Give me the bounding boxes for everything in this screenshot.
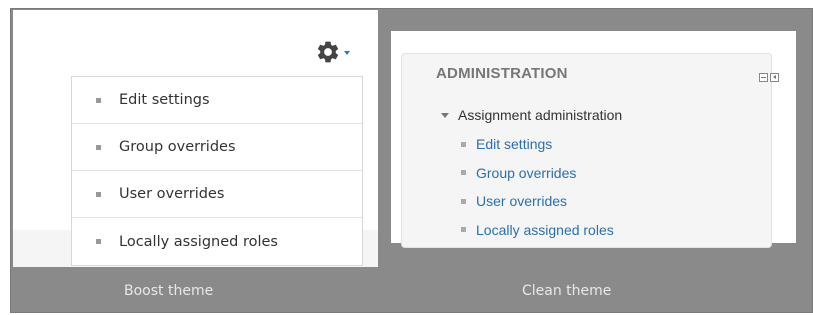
menu-item-label: Group overrides [119,139,236,155]
gear-icon [317,41,339,63]
block-title: ADMINISTRATION [436,65,568,82]
bullet-icon [461,141,466,147]
link-label: Edit settings [476,136,553,153]
chevron-down-icon [344,51,350,55]
menu-item-user-overrides[interactable]: User overrides [72,171,362,218]
dock-block-icon[interactable] [770,73,779,82]
menu-item-label: User overrides [119,186,225,202]
block-controls [759,73,779,82]
clean-theme-caption: Clean theme [522,283,612,299]
tree-children: Edit settings Group overrides User overr… [461,130,614,244]
link-label: Group overrides [476,164,577,181]
link-label: Locally assigned roles [476,221,614,238]
link-group-overrides[interactable]: Group overrides [461,159,614,188]
bullet-icon [461,170,466,176]
bullet-icon [96,239,101,244]
hide-block-icon[interactable] [759,73,768,82]
menu-item-locally-assigned-roles[interactable]: Locally assigned roles [72,218,362,265]
bullet-icon [96,144,101,150]
bullet-icon [461,227,466,233]
actions-menu-toggle[interactable] [315,37,363,67]
link-locally-assigned-roles[interactable]: Locally assigned roles [461,216,614,245]
menu-item-edit-settings[interactable]: Edit settings [72,77,362,124]
menu-item-label: Locally assigned roles [119,233,278,250]
tree-node-assignment-administration[interactable]: Assignment administration [441,107,622,123]
tree-node-label: Assignment administration [458,107,623,123]
boost-theme-caption: Boost theme [124,283,214,299]
bullet-icon [96,191,101,197]
link-user-overrides[interactable]: User overrides [461,187,614,216]
expanded-triangle-icon [441,112,449,118]
bullet-icon [461,198,466,204]
menu-item-label: Edit settings [119,92,210,108]
link-label: User overrides [476,193,568,210]
menu-item-group-overrides[interactable]: Group overrides [72,124,362,171]
actions-dropdown-menu: Edit settings Group overrides User overr… [71,76,363,266]
boost-theme-panel: Edit settings Group overrides User overr… [13,10,378,267]
link-edit-settings[interactable]: Edit settings [461,130,614,159]
bullet-icon [96,97,101,103]
